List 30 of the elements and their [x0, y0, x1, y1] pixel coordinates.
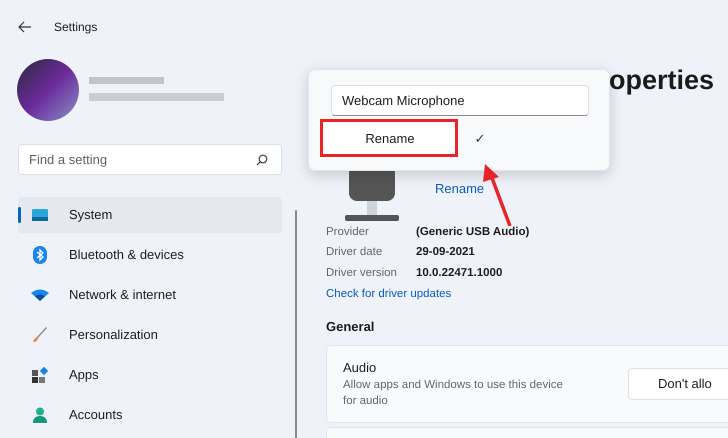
page-title: operties [608, 64, 714, 97]
sidebar-label: Network & internet [69, 286, 176, 304]
driver-updates-link[interactable]: Check for driver updates [326, 286, 728, 303]
sidebar-label: Personalization [69, 326, 158, 344]
sidebar-label: Apps [69, 366, 99, 384]
rename-button[interactable]: Rename [325, 123, 455, 155]
property-label: Driver version [326, 266, 398, 280]
search-field[interactable]: Find a setting [18, 144, 282, 175]
confirm-button[interactable]: ✓ [471, 128, 489, 150]
sidebar-label: Accounts [69, 406, 122, 424]
audio-description: Allow apps and Windows to use this device for audio [343, 378, 563, 410]
property-value: (Generic USB Audio) [416, 225, 530, 240]
section-heading: General [326, 318, 376, 336]
sidebar-item[interactable]: Network & internet [18, 277, 282, 313]
sidebar-item[interactable]: System [18, 197, 282, 233]
property-label: Provider [326, 225, 370, 240]
sidebar-label: System [69, 206, 112, 224]
sidebar-item[interactable]: Bluetooth & devices [18, 237, 282, 273]
audio-title: Audio [343, 358, 378, 377]
window-title: Settings [54, 19, 98, 36]
dont-allow-button[interactable]: Don't allo [628, 368, 728, 400]
sidebar-item[interactable]: Apps [18, 357, 282, 393]
sidebar-item[interactable]: Accounts [18, 397, 282, 433]
rename-link[interactable]: Rename [435, 179, 484, 198]
sidebar-item[interactable]: Personalization [18, 317, 282, 353]
property-label: Driver date [326, 245, 384, 260]
property-value: 10.0.22471.1000 [416, 266, 502, 280]
property-value: 29-09-2021 [416, 245, 475, 260]
sidebar-label: Bluetooth & devices [69, 246, 184, 264]
name-field[interactable]: Webcam Microphone [331, 85, 589, 116]
